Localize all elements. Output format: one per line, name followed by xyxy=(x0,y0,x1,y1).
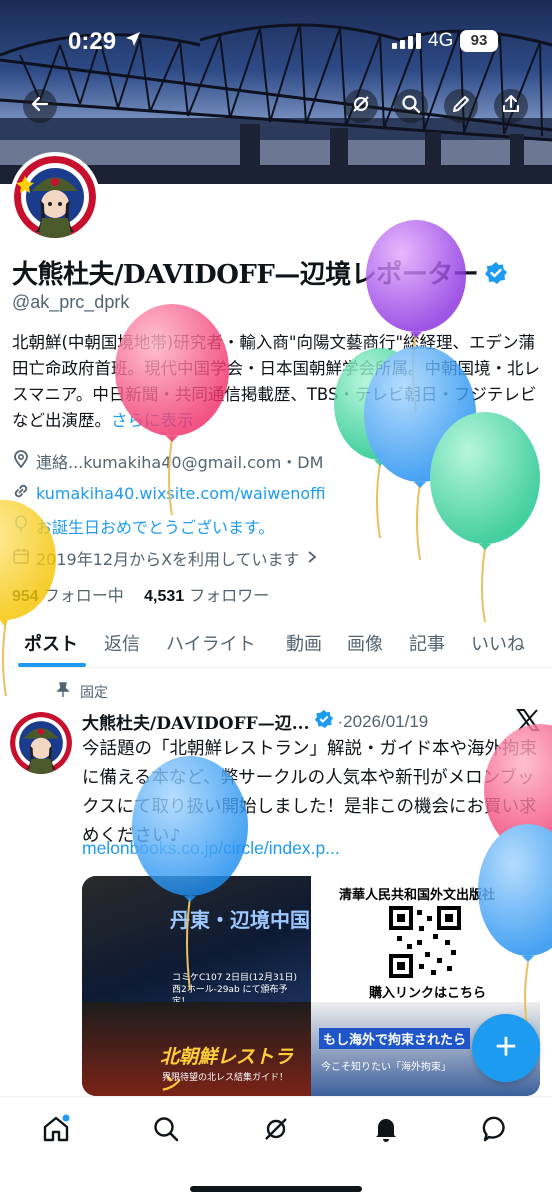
tab-images[interactable]: 画像 xyxy=(347,630,383,656)
media-1-title: 丹東・辺境中国 xyxy=(170,908,310,932)
profile-handle: @ak_prc_dprk xyxy=(12,292,130,312)
tab-posts[interactable]: ポスト xyxy=(24,630,78,656)
link-icon xyxy=(12,482,30,504)
birthday-row: お誕生日おめでとうございます。 xyxy=(12,514,274,538)
verified-badge-icon xyxy=(314,709,334,734)
tab-articles[interactable]: 記事 xyxy=(409,630,445,656)
media-image-3[interactable]: 北朝鮮レストラン 界限待望の北レス結集ガイド！ xyxy=(82,1002,311,1096)
home-indicator xyxy=(190,1186,362,1192)
post-header: 大熊杜夫/DAVIDOFF—辺... ·2026/01/19 xyxy=(82,709,428,734)
bio-text: 北朝鮮(中朝国境地帯)研究者・輸入商"向陽文藝商行"総経理、エデン蒲田亡命政府首… xyxy=(12,333,540,430)
edit-pen-icon xyxy=(451,94,471,118)
status-bar: 0:29 4G 93 xyxy=(0,0,552,80)
search-button[interactable] xyxy=(394,89,428,123)
pinned-label: 固定 xyxy=(56,682,108,702)
search-icon xyxy=(401,94,421,118)
nav-grok[interactable] xyxy=(256,1111,296,1151)
display-name-text: 大熊杜夫/DAVIDOFF—辺境レポーター xyxy=(12,260,479,290)
following-label: フォロー中 xyxy=(43,586,124,605)
calendar-icon xyxy=(12,547,30,569)
followers-link[interactable]: 4,531 フォロワー xyxy=(144,586,269,605)
follow-counts: 954 フォロー中 4,531 フォロワー xyxy=(12,582,269,606)
bottom-navigation xyxy=(0,1096,552,1200)
tab-highlights[interactable]: ハイライト xyxy=(166,630,256,656)
edit-button[interactable] xyxy=(444,89,478,123)
qr-code-icon xyxy=(389,906,461,978)
cellular-signal-icon xyxy=(392,33,422,53)
chat-bubble-icon xyxy=(482,1115,510,1147)
active-tab-indicator xyxy=(18,663,86,667)
compose-plus-icon: + xyxy=(494,1026,518,1068)
followers-count: 4,531 xyxy=(144,588,185,605)
back-button[interactable] xyxy=(23,89,57,123)
nav-search[interactable] xyxy=(146,1111,186,1151)
compose-button[interactable]: + xyxy=(472,1014,540,1082)
battery-indicator: 93 xyxy=(460,30,498,52)
pin-icon xyxy=(56,682,70,702)
location-pin-icon xyxy=(12,450,30,472)
media-2-title: 清華人民共和国外文出版社 xyxy=(339,888,496,903)
tab-videos[interactable]: 動画 xyxy=(286,630,322,656)
tab-replies[interactable]: 返信 xyxy=(104,630,140,656)
bell-icon xyxy=(372,1115,400,1147)
share-button[interactable] xyxy=(494,89,528,123)
profile-tabs: ポスト 返信 ハイライト 動画 画像 記事 いいね xyxy=(0,618,552,668)
grok-button[interactable] xyxy=(344,89,378,123)
post-text: 今話題の「北朝鮮レストラン」解説・ガイド本や海外拘束に備える本など、弊サークルの… xyxy=(82,739,537,846)
media-4-title: もし海外で拘束されたら xyxy=(319,1028,471,1049)
pinned-text: 固定 xyxy=(80,685,108,701)
contact-row: 連絡...kumakiha40@gmail.com・DM xyxy=(12,449,323,473)
joined-text: 2019年12月からXを利用しています xyxy=(36,550,300,569)
post-media-grid[interactable]: 丹東・辺境中国 コミケC107 2日目(12月31日)西2ホール-29ab にて… xyxy=(82,876,540,1096)
balloon-icon xyxy=(12,515,30,537)
chevron-right-icon[interactable] xyxy=(306,549,318,568)
post-author-avatar[interactable] xyxy=(10,712,72,774)
media-image-2[interactable]: 清華人民共和国外文出版社 購入リンクはこちら xyxy=(311,876,540,1002)
profile-bio: 北朝鮮(中朝国境地帯)研究者・輸入商"向陽文藝商行"総経理、エデン蒲田亡命政府首… xyxy=(12,330,542,434)
media-3-title: 北朝鮮レストラン xyxy=(160,1046,294,1095)
share-icon xyxy=(501,94,521,118)
following-count: 954 xyxy=(12,588,39,605)
network-type: 4G xyxy=(428,30,454,51)
bio-show-more-link[interactable]: さらに表示 xyxy=(111,411,194,430)
profile-display-name: 大熊杜夫/DAVIDOFF—辺境レポーター xyxy=(12,254,508,292)
following-link[interactable]: 954 フォロー中 xyxy=(12,586,124,605)
birthday-text: お誕生日おめでとうございます。 xyxy=(36,518,275,537)
x-logo-icon xyxy=(516,709,540,738)
nav-notifications[interactable] xyxy=(366,1111,406,1151)
joined-row: 2019年12月からXを利用しています xyxy=(12,546,318,570)
verified-badge-icon[interactable] xyxy=(484,261,508,292)
post-author-name[interactable]: 大熊杜夫/DAVIDOFF—辺... xyxy=(82,709,310,734)
website-link[interactable]: kumakiha40.wixsite.com/waiwenoffi xyxy=(36,484,326,503)
search-icon xyxy=(152,1115,180,1147)
status-time: 0:29 xyxy=(68,28,117,55)
post-link[interactable]: melonbooks.co.jp/circle/index.p... xyxy=(82,838,340,859)
followers-label: フォロワー xyxy=(189,586,270,605)
post-date[interactable]: ·2026/01/19 xyxy=(338,712,429,732)
location-arrow-icon xyxy=(124,30,142,52)
website-row: kumakiha40.wixsite.com/waiwenoffi xyxy=(12,482,326,504)
nav-messages[interactable] xyxy=(476,1111,516,1151)
media-2-link: 購入リンクはこちら xyxy=(369,986,487,1001)
back-arrow-icon xyxy=(30,94,50,118)
media-image-1[interactable]: 丹東・辺境中国 コミケC107 2日目(12月31日)西2ホール-29ab にて… xyxy=(82,876,311,1007)
home-icon xyxy=(41,1114,71,1148)
contact-text: 連絡...kumakiha40@gmail.com・DM xyxy=(36,453,324,472)
tab-likes[interactable]: いいね xyxy=(471,630,525,656)
grok-icon xyxy=(262,1115,290,1147)
profile-avatar[interactable] xyxy=(10,152,100,242)
nav-home[interactable] xyxy=(36,1111,76,1151)
grok-icon xyxy=(351,94,371,118)
media-4-sub: 今こそ知りたい「海外拘束」 xyxy=(321,1062,451,1073)
media-3-sub: 界限待望の北レス結集ガイド！ xyxy=(162,1073,289,1083)
